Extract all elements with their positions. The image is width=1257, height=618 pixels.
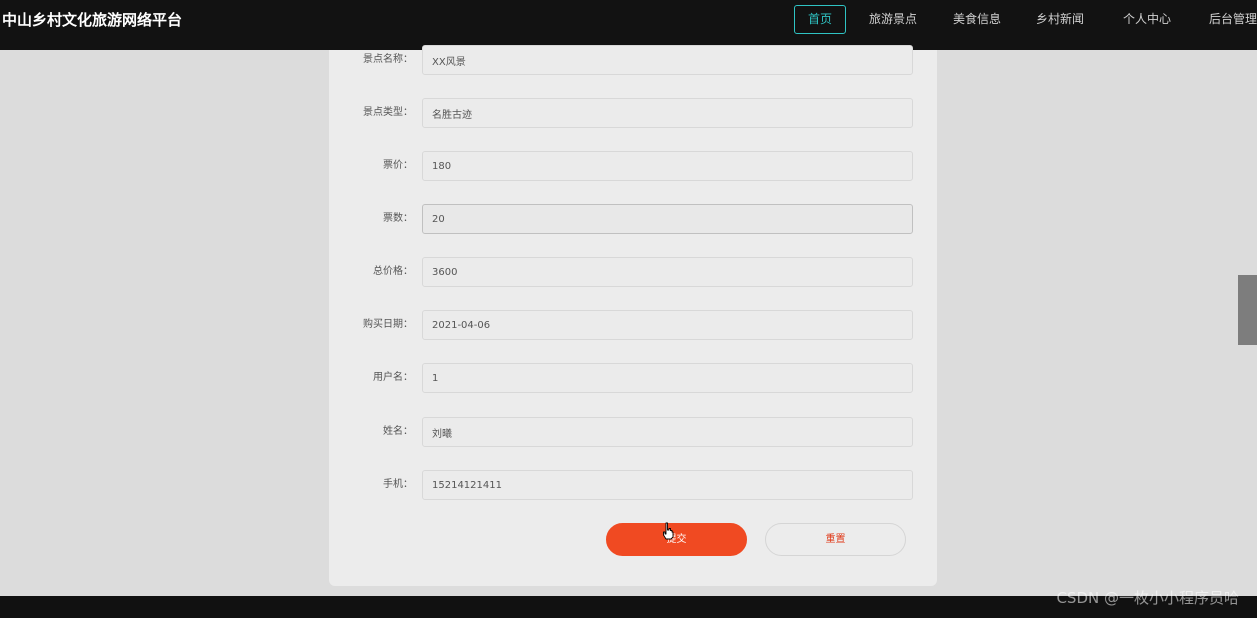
submit-button[interactable]: 提交 [606, 523, 747, 556]
spot-name-input[interactable] [422, 45, 913, 75]
field-label: 手机： [383, 479, 413, 490]
field-label: 总价格： [373, 266, 413, 277]
field-label: 票数： [383, 213, 413, 224]
nav-item-food[interactable]: 美食信息 [944, 5, 1010, 34]
field-label: 景点类型： [363, 107, 413, 118]
field-label: 景点名称： [363, 54, 413, 65]
form-row-phone: 手机： [329, 470, 937, 500]
ticket-price-input[interactable] [422, 151, 913, 181]
nav-item-home[interactable]: 首页 [794, 5, 846, 34]
name-input[interactable] [422, 417, 913, 447]
field-label: 购买日期： [363, 319, 413, 330]
nav-item-admin[interactable]: 后台管理 [1200, 5, 1257, 34]
form-row-ticket-price: 票价： [329, 151, 937, 181]
main-nav: 首页 旅游景点 美食信息 乡村新闻 个人中心 后台管理 [794, 5, 1257, 34]
side-scroll-handle[interactable] [1238, 275, 1257, 345]
form-row-spot-name: 景点名称： [329, 45, 937, 75]
field-label: 用户名： [373, 372, 413, 383]
form-row-ticket-count: 票数： [329, 204, 937, 234]
form-row-spot-type: 景点类型： [329, 98, 937, 128]
nav-item-profile[interactable]: 个人中心 [1114, 5, 1180, 34]
form-row-name: 姓名： [329, 417, 937, 447]
phone-input[interactable] [422, 470, 913, 500]
spot-type-input[interactable] [422, 98, 913, 128]
nav-item-attractions[interactable]: 旅游景点 [860, 5, 926, 34]
form-row-username: 用户名： [329, 363, 937, 393]
top-header: 中山乡村文化旅游网络平台 首页 旅游景点 美食信息 乡村新闻 个人中心 后台管理 [0, 0, 1257, 50]
site-title: 中山乡村文化旅游网络平台 [2, 11, 183, 29]
field-label: 姓名： [383, 426, 413, 437]
reset-button[interactable]: 重置 [765, 523, 906, 556]
form-row-total-price: 总价格： [329, 257, 937, 287]
username-input[interactable] [422, 363, 913, 393]
purchase-date-input[interactable] [422, 310, 913, 340]
total-price-input[interactable] [422, 257, 913, 287]
ticket-count-input[interactable] [422, 204, 913, 234]
order-form-card: 景点名称： 景点类型： 票价： 票数： 总价格： 购买日期： 用户名： 姓名： … [329, 45, 937, 586]
watermark-text: CSDN @一枚小小程序员哈 [1056, 589, 1239, 607]
nav-item-news[interactable]: 乡村新闻 [1027, 5, 1093, 34]
field-label: 票价： [383, 160, 413, 171]
hand-cursor-icon [663, 522, 674, 540]
form-row-purchase-date: 购买日期： [329, 310, 937, 340]
